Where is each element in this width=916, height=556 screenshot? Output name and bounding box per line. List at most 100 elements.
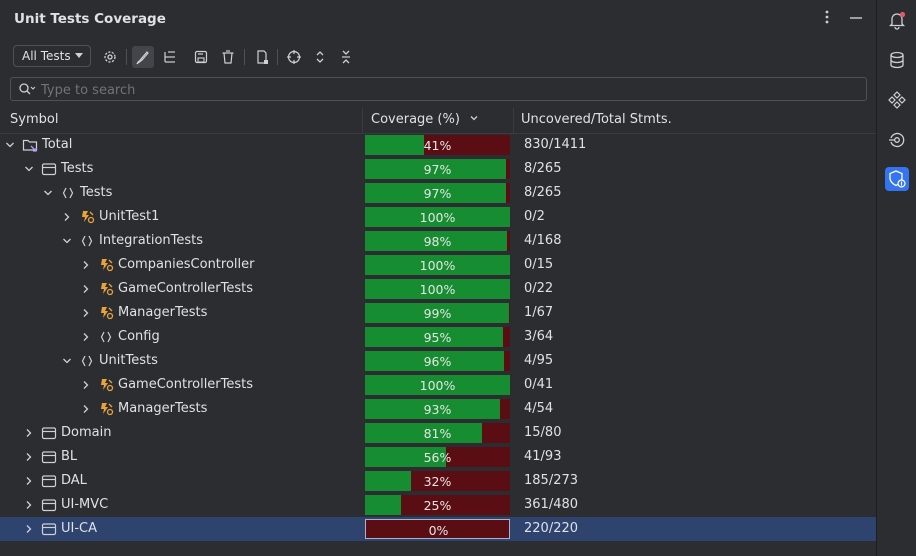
search-input[interactable] [39, 80, 843, 100]
module-icon [41, 497, 57, 513]
coverage-percent: 99% [423, 306, 452, 321]
namespace-icon [98, 329, 114, 345]
sort-chevron-down-icon [470, 116, 478, 121]
chevron-right-icon[interactable] [61, 211, 73, 223]
chevron-right-icon[interactable] [23, 451, 35, 463]
target-icon [287, 50, 301, 64]
chevron-right-icon[interactable] [23, 523, 35, 535]
namespace-icon [79, 233, 95, 249]
chevron-right-icon[interactable] [23, 499, 35, 511]
column-separator[interactable] [513, 108, 514, 133]
tree-row[interactable]: Config 95% 3/64 [0, 325, 876, 349]
test-class-icon [98, 401, 114, 417]
chevron-right-icon[interactable] [80, 403, 92, 415]
symbol-label: GameControllerTests [118, 281, 254, 296]
flatten-packages-button[interactable] [159, 46, 181, 68]
tree-row[interactable]: UnitTests 96% 4/95 [0, 349, 876, 373]
structure-button[interactable] [885, 88, 909, 112]
locate-button[interactable] [283, 46, 305, 68]
column-header-uncovered[interactable]: Uncovered/Total Stmts. [521, 112, 672, 127]
uncovered-total-stmts: 15/80 [524, 425, 562, 440]
tree-row[interactable]: Tests 97% 8/265 [0, 181, 876, 205]
database-button[interactable] [885, 48, 909, 72]
tree-row[interactable]: IntegrationTests 98% 4/168 [0, 229, 876, 253]
uncovered-total-stmts: 4/168 [524, 233, 562, 248]
chevron-down-icon[interactable] [23, 163, 35, 175]
coverage-bar: 100% [365, 207, 510, 227]
run-services-button[interactable] [885, 128, 909, 152]
chevron-down-icon [75, 53, 83, 58]
chevron-down-icon[interactable] [42, 187, 54, 199]
collapse-all-button[interactable] [335, 46, 357, 68]
coverage-bar: 93% [365, 399, 510, 419]
uncovered-total-stmts: 185/273 [524, 473, 579, 488]
uncovered-total-stmts: 220/220 [524, 521, 579, 536]
module-icon [41, 521, 57, 537]
tree-row[interactable]: ManagerTests 99% 1/67 [0, 301, 876, 325]
column-header-symbol[interactable]: Symbol [10, 112, 58, 127]
clear-button[interactable] [217, 46, 239, 68]
highlight-button[interactable] [132, 46, 154, 68]
coverage-tool-button[interactable] [885, 167, 909, 191]
tree-row[interactable]: UI-MVC 25% 361/480 [0, 493, 876, 517]
namespace-icon [79, 353, 95, 369]
search-box[interactable] [10, 77, 867, 101]
uncovered-total-stmts: 0/2 [524, 209, 545, 224]
chevron-right-icon[interactable] [80, 379, 92, 391]
tree-row[interactable]: GameControllerTests 100% 0/22 [0, 277, 876, 301]
column-separator[interactable] [362, 108, 363, 133]
diamond-grid-icon [888, 91, 906, 109]
tree-row[interactable]: CompaniesController 100% 0/15 [0, 253, 876, 277]
tree-row[interactable]: BL 56% 41/93 [0, 445, 876, 469]
uncovered-total-stmts: 41/93 [524, 449, 562, 464]
tree-row[interactable]: GameControllerTests 100% 0/41 [0, 373, 876, 397]
coverage-percent: 97% [423, 162, 452, 177]
namespace-icon [60, 185, 76, 201]
right-tool-strip [876, 0, 916, 556]
chevron-right-icon[interactable] [80, 307, 92, 319]
coverage-bar: 32% [365, 471, 510, 491]
chevron-down-icon[interactable] [61, 235, 73, 247]
bell-icon [888, 11, 906, 30]
uncovered-total-stmts: 1/67 [524, 305, 554, 320]
tree-row[interactable]: ManagerTests 93% 4/54 [0, 397, 876, 421]
uncovered-total-stmts: 3/64 [524, 329, 554, 344]
export-button[interactable] [190, 46, 212, 68]
column-header-coverage[interactable]: Coverage (%) [371, 112, 480, 127]
chevron-down-icon[interactable] [4, 139, 16, 151]
more-options-icon[interactable] [820, 9, 834, 29]
chevron-right-icon[interactable] [80, 283, 92, 295]
coverage-bar: 96% [365, 351, 510, 371]
minimize-icon[interactable] [848, 9, 864, 29]
test-class-icon [98, 305, 114, 321]
coverage-percent: 41% [423, 138, 452, 153]
tree-row[interactable]: Domain 81% 15/80 [0, 421, 876, 445]
total-folder-icon [22, 137, 38, 153]
settings-button[interactable] [99, 46, 121, 68]
notifications-button[interactable] [885, 8, 909, 32]
coverage-bar: 41% [365, 135, 510, 155]
chevron-right-icon[interactable] [80, 331, 92, 343]
tree-row[interactable]: UI-CA 0% 220/220 [0, 517, 876, 541]
tree-row[interactable]: Tests 97% 8/265 [0, 157, 876, 181]
database-icon [890, 51, 904, 69]
tree-row[interactable]: UnitTest1 100% 0/2 [0, 205, 876, 229]
symbol-label: UI-MVC [61, 497, 109, 512]
chevron-down-icon[interactable] [61, 355, 73, 367]
chevron-right-icon[interactable] [23, 475, 35, 487]
coverage-bar: 56% [365, 447, 510, 467]
chevron-right-icon[interactable] [80, 259, 92, 271]
run-circle-icon [889, 132, 905, 148]
test-filter-dropdown[interactable]: All Tests [13, 45, 91, 67]
symbol-label: GameControllerTests [118, 377, 254, 392]
uncovered-total-stmts: 361/480 [524, 497, 579, 512]
symbol-label: Total [42, 137, 73, 152]
open-file-button[interactable] [251, 46, 273, 68]
expand-all-button[interactable] [309, 46, 331, 68]
coverage-bar: 81% [365, 423, 510, 443]
symbol-label: BL [61, 449, 78, 464]
tree-row[interactable]: DAL 32% 185/273 [0, 469, 876, 493]
tree-row[interactable]: Total 41% 830/1411 [0, 133, 876, 157]
symbol-label: IntegrationTests [99, 233, 204, 248]
chevron-right-icon[interactable] [23, 427, 35, 439]
